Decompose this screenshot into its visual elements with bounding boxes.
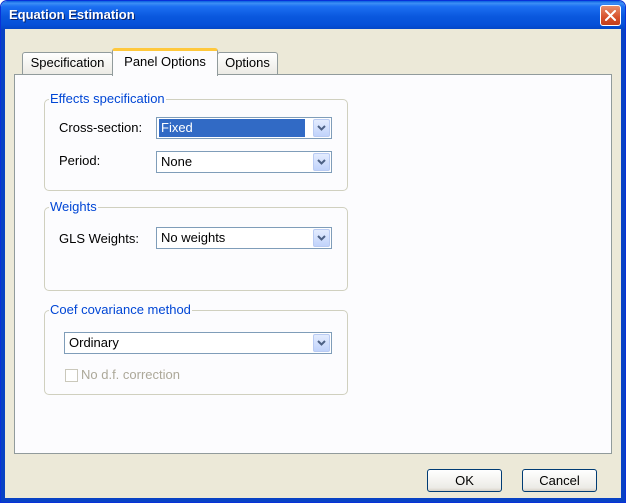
combo-value: Ordinary	[69, 335, 119, 350]
combo-value: No weights	[161, 230, 226, 245]
tab-label: Specification	[30, 55, 105, 70]
gls-weights-label: GLS Weights:	[59, 231, 139, 246]
dropdown-button[interactable]	[313, 334, 330, 352]
chevron-down-icon	[317, 235, 326, 241]
effects-specification-group: Effects specification Cross-section: Fix…	[44, 91, 348, 191]
window-border-right	[621, 29, 625, 502]
no-df-correction-label: No d.f. correction	[81, 367, 180, 382]
chevron-down-icon	[317, 125, 326, 131]
group-title: Weights	[49, 199, 98, 215]
close-icon	[605, 10, 616, 21]
dropdown-button[interactable]	[313, 153, 330, 171]
chevron-down-icon	[317, 340, 326, 346]
combo-value: None	[161, 154, 193, 169]
cross-section-label: Cross-section:	[59, 120, 143, 135]
period-select[interactable]: None	[156, 151, 332, 173]
close-button[interactable]	[600, 5, 621, 26]
window-border-left	[1, 29, 5, 502]
group-title: Effects specification	[49, 91, 166, 107]
window-border-bottom	[1, 498, 625, 502]
gls-weights-select[interactable]: No weights	[156, 227, 332, 249]
tab-options[interactable]: Options	[217, 52, 278, 74]
dropdown-button[interactable]	[313, 229, 330, 247]
coef-covariance-select[interactable]: Ordinary	[64, 332, 332, 354]
ok-button[interactable]: OK	[427, 469, 502, 492]
chevron-down-icon	[317, 159, 326, 165]
combo-value: Fixed	[159, 119, 305, 137]
group-title: Coef covariance method	[49, 302, 192, 318]
dialog-window: Equation Estimation Specification Panel …	[0, 0, 626, 503]
window-title: Equation Estimation	[9, 7, 135, 22]
title-bar[interactable]: Equation Estimation	[1, 1, 625, 29]
cancel-button[interactable]: Cancel	[522, 469, 597, 492]
tab-label: Options	[225, 55, 270, 70]
tab-panel-options[interactable]: Panel Options	[112, 48, 218, 76]
tab-specification[interactable]: Specification	[22, 52, 113, 74]
weights-group: Weights GLS Weights: No weights	[44, 199, 348, 291]
tab-page-panel-options: Effects specification Cross-section: Fix…	[14, 74, 612, 454]
cross-section-select[interactable]: Fixed	[156, 117, 332, 139]
dropdown-button[interactable]	[313, 119, 330, 137]
coef-covariance-group: Coef covariance method Ordinary No d.f. …	[44, 302, 348, 395]
no-df-correction-checkbox[interactable]	[65, 369, 78, 382]
period-label: Period:	[59, 153, 101, 168]
tab-label: Panel Options	[124, 54, 206, 69]
